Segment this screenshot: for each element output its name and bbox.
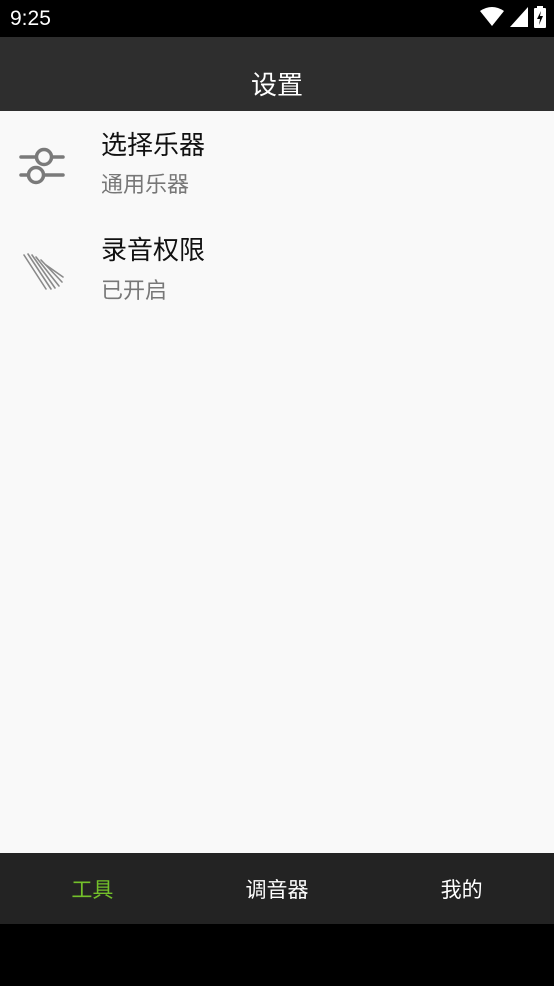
setting-title: 录音权限 [101,236,206,266]
setting-item-record-permission[interactable]: 录音权限 已开启 [0,215,554,319]
wifi-icon [480,7,504,31]
microphone-lines-icon [18,249,66,297]
tab-tuner[interactable]: 调音器 [185,853,370,924]
sliders-icon [18,142,66,190]
setting-subtitle: 通用乐器 [101,173,190,198]
settings-list: 选择乐器 通用乐器 录音权限 已开启 [0,111,554,853]
setting-subtitle: 已开启 [101,279,168,304]
status-icons [480,6,546,32]
status-bar: 9:25 [0,0,554,37]
status-time: 9:25 [10,7,51,30]
bottom-nav: 工具 调音器 我的 [0,853,554,924]
setting-title: 选择乐器 [101,131,206,161]
cell-signal-icon [510,7,528,31]
setting-item-instrument[interactable]: 选择乐器 通用乐器 [0,111,554,215]
system-nav-bar [0,924,554,986]
app-bar: 设置 [0,37,554,111]
page-title: 设置 [250,71,303,101]
tab-mine[interactable]: 我的 [369,853,554,924]
tab-tools[interactable]: 工具 [0,853,185,924]
battery-charging-icon [534,6,546,32]
